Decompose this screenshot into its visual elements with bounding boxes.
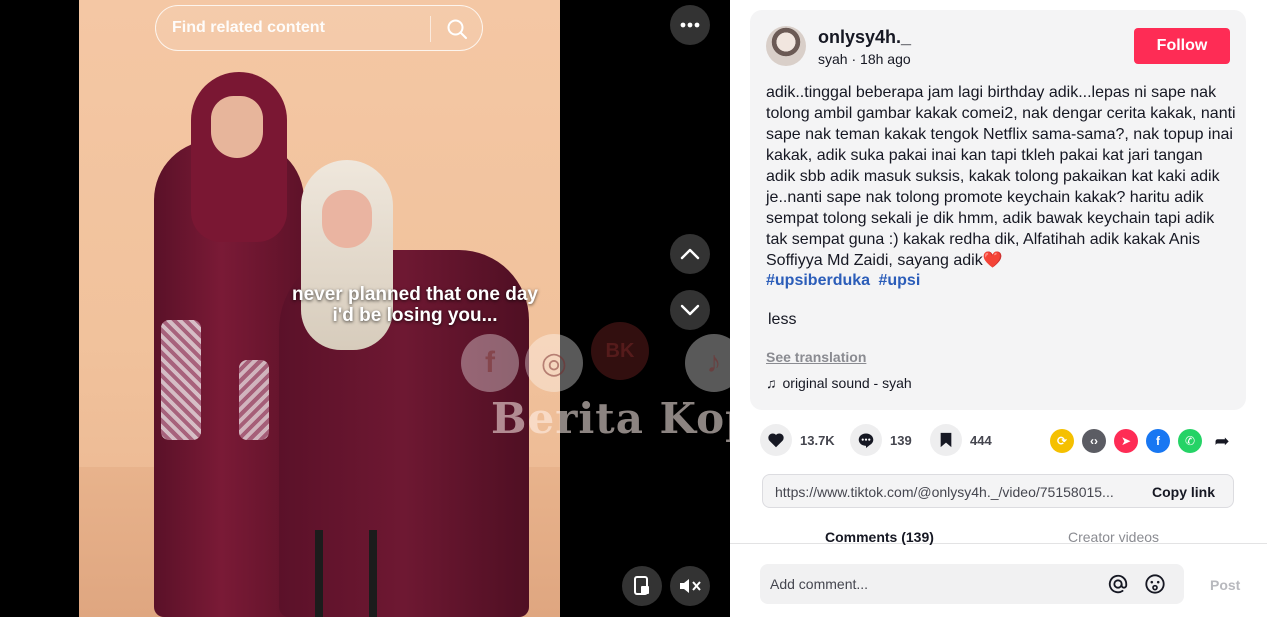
brand-logo-icon: BK — [591, 322, 649, 380]
hashtag-link[interactable]: #upsiberduka — [766, 272, 870, 289]
facebook-share-icon[interactable]: f — [1146, 429, 1170, 453]
video-caption-line1: never planned that one day — [292, 284, 538, 305]
tab-bar: Comments (139) Creator videos — [730, 522, 1267, 545]
sound-link[interactable]: ♫ original sound - syah — [766, 375, 912, 391]
post-time: 18h ago — [860, 51, 911, 67]
more-options-button[interactable] — [670, 5, 710, 45]
mention-icon[interactable] — [1107, 573, 1129, 595]
comment-button[interactable]: 139 — [850, 424, 912, 456]
video-url: https://www.tiktok.com/@onlysy4h._/video… — [775, 484, 1114, 500]
lace-detail — [161, 320, 201, 440]
emoji-icon[interactable] — [1144, 573, 1166, 595]
copy-link-button[interactable]: Copy link — [1152, 484, 1215, 500]
search-icon[interactable] — [445, 17, 469, 41]
repost-icon[interactable]: ⟳ — [1050, 429, 1074, 453]
stool-leg — [315, 530, 323, 617]
search-input[interactable]: Find related content — [155, 5, 483, 51]
search-divider — [430, 16, 431, 42]
picture-in-picture-button[interactable] — [622, 566, 662, 606]
author-meta: syah · 18h ago — [818, 51, 911, 67]
video-link-field[interactable]: https://www.tiktok.com/@onlysy4h._/video… — [762, 474, 1234, 508]
avatar[interactable] — [766, 26, 806, 66]
previous-video-button[interactable] — [670, 234, 710, 274]
hashtag-link[interactable]: #upsi — [878, 272, 920, 289]
person-right-face — [322, 190, 372, 248]
like-button[interactable]: 13.7K — [760, 424, 835, 456]
username[interactable]: onlysy4h._ — [818, 27, 911, 48]
floating-player-icon — [634, 576, 649, 595]
description-text: adik..tinggal beberapa jam lagi birthday… — [766, 84, 1236, 269]
comment-input[interactable]: Add comment... — [760, 564, 1184, 604]
tab-comments[interactable]: Comments (139) — [825, 529, 934, 545]
more-dots-icon — [680, 22, 700, 28]
action-bar: 13.7K 139 444 ⟳ ‹› ➤ f ✆ ➦ — [760, 424, 1240, 460]
bookmark-icon — [930, 424, 962, 456]
meta-separator: · — [847, 51, 861, 67]
send-icon[interactable]: ➤ — [1114, 429, 1138, 453]
next-video-button[interactable] — [670, 290, 710, 330]
like-count: 13.7K — [800, 432, 835, 448]
heart-emoji: ❤️ — [982, 252, 1003, 269]
music-note-icon: ♫ — [766, 375, 777, 391]
tiktok-icon: ♪ — [685, 334, 730, 392]
details-panel: onlysy4h._ syah · 18h ago Follow adik..t… — [730, 0, 1267, 617]
mute-button[interactable] — [670, 566, 710, 606]
person-left-face — [211, 96, 263, 158]
save-count: 444 — [970, 432, 992, 448]
volume-muted-icon — [680, 579, 701, 593]
see-translation-link[interactable]: See translation — [766, 349, 866, 365]
whatsapp-icon[interactable]: ✆ — [1178, 429, 1202, 453]
display-name[interactable]: syah — [818, 51, 848, 67]
tab-creator-videos[interactable]: Creator videos — [1068, 529, 1159, 545]
search-placeholder: Find related content — [172, 19, 325, 36]
sound-name: original sound - syah — [782, 375, 912, 391]
comment-count: 139 — [890, 432, 912, 448]
post-card: onlysy4h._ syah · 18h ago Follow adik..t… — [750, 10, 1246, 410]
page: never planned that one day i'd be losing… — [0, 0, 1267, 617]
lace-detail — [239, 360, 269, 440]
stool-leg — [369, 530, 377, 617]
save-button[interactable]: 444 — [930, 424, 992, 456]
chevron-up-icon — [680, 248, 700, 260]
comment-icon — [850, 424, 882, 456]
follow-button[interactable]: Follow — [1134, 28, 1230, 64]
post-description: adik..tinggal beberapa jam lagi birthday… — [766, 82, 1236, 271]
embed-code-icon[interactable]: ‹› — [1082, 429, 1106, 453]
share-arrow-icon[interactable]: ➦ — [1210, 429, 1234, 453]
chevron-down-icon — [680, 304, 700, 316]
video-caption-line2: i'd be losing you... — [332, 305, 498, 326]
hashtags: #upsiberduka #upsi — [766, 272, 924, 290]
video-player[interactable]: never planned that one day i'd be losing… — [0, 0, 730, 617]
post-button[interactable]: Post — [1210, 577, 1240, 593]
heart-icon — [760, 424, 792, 456]
less-button[interactable]: less — [768, 311, 796, 329]
comment-placeholder: Add comment... — [770, 576, 869, 592]
